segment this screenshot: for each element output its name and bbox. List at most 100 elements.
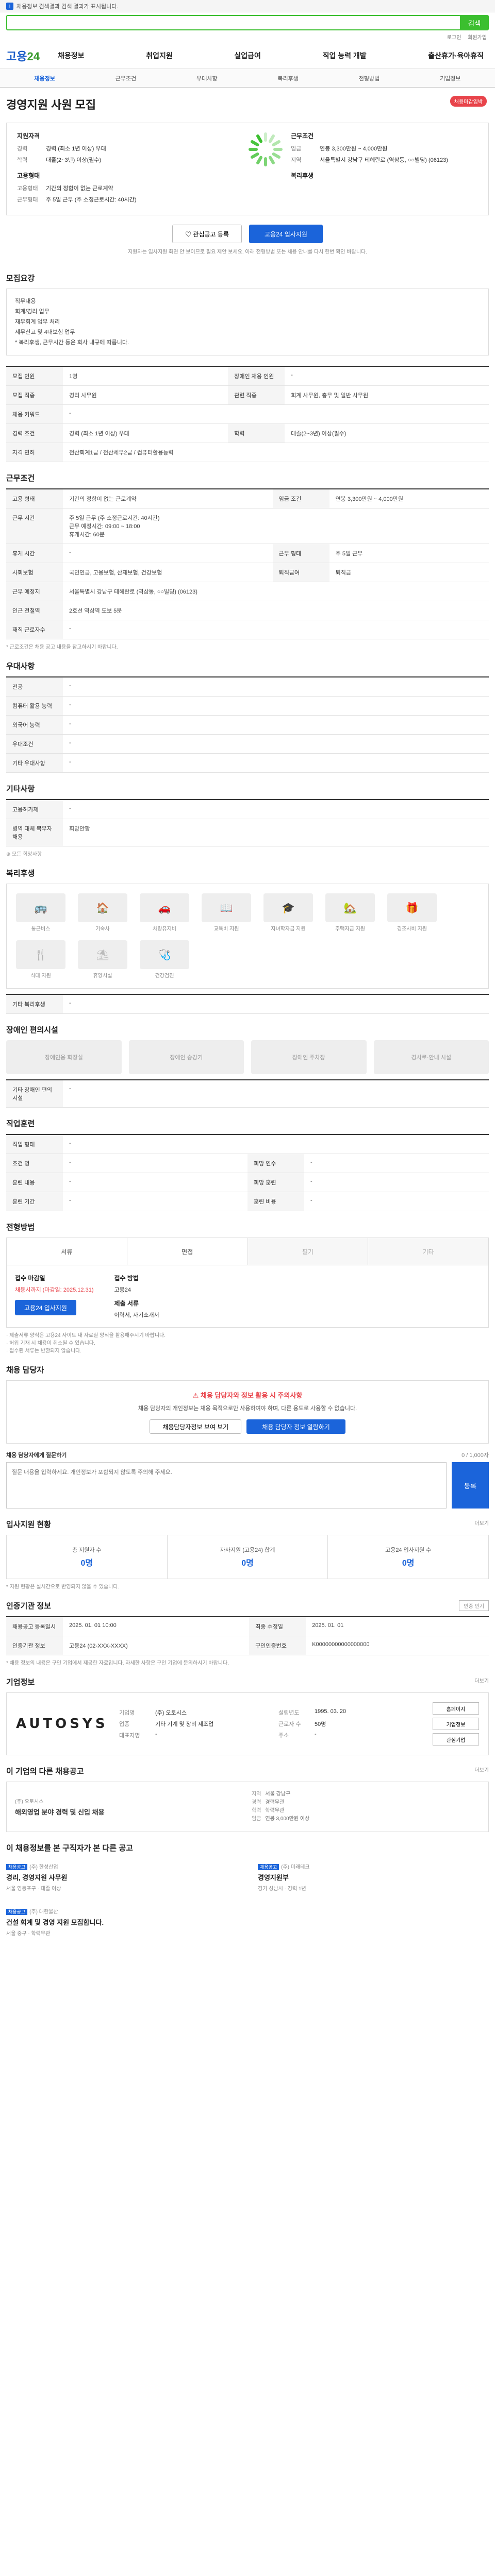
gnb-item-jobs[interactable]: 채용정보 bbox=[58, 50, 85, 61]
question-textarea[interactable] bbox=[6, 1462, 447, 1509]
table-header-cell: 근무 시간 bbox=[6, 508, 63, 544]
info-note: * 채용 정보의 내용은 구인 기업에서 제공한 자료입니다. 자세한 사항은 … bbox=[6, 1660, 229, 1666]
table-cell: - bbox=[63, 753, 489, 773]
login-link[interactable]: 로그인 bbox=[447, 35, 461, 41]
stats-more-link[interactable]: 더보기 bbox=[474, 1519, 489, 1527]
question-submit-button[interactable]: 등록 bbox=[452, 1462, 489, 1509]
table-header-cell: 자격 면허 bbox=[6, 443, 63, 462]
contact-view-button[interactable]: 채용 담당자 정보 열람하기 bbox=[246, 1419, 345, 1434]
table-header-cell: 채용 키워드 bbox=[6, 404, 63, 424]
recommend-item[interactable]: 채용공고 (주) 대한물산 건설 회계 및 경영 지원 모집합니다. 서울 중구 · … bbox=[6, 1903, 237, 1941]
apply-deadline: 접수 마감일 채용시까지 (마감일: 2025.12.31) 고용24 입사지원 bbox=[15, 1274, 94, 1319]
tab-process[interactable]: 전형방법 bbox=[328, 74, 409, 82]
table-cell: 2025. 01. 01 bbox=[306, 1617, 489, 1636]
summary-right-body: 근무조건 임금 연봉 3,300만원 ~ 4,000만원 지역 서울특별시 강남구 … bbox=[291, 131, 478, 207]
table-cell: 희망안함 bbox=[63, 819, 489, 846]
table-row: 인근 전철역 2호선 역삼역 도보 5분 bbox=[6, 601, 489, 620]
etc-sub[interactable]: ⊕ 모든 희망사항 bbox=[6, 846, 489, 857]
recommend-item[interactable]: 채용공고 (주) 미래테크 경영지원부 경기 성남시 · 경력 1년 bbox=[258, 1858, 489, 1896]
step-written: 필기 bbox=[248, 1238, 369, 1265]
table-cell: - bbox=[63, 696, 489, 716]
table-cell: - bbox=[304, 1154, 489, 1173]
tab-recruit[interactable]: 채용정보 bbox=[4, 74, 85, 82]
search-button[interactable]: 검색 bbox=[460, 15, 489, 30]
gnb-item-leave[interactable]: 출산휴가·육아휴직 bbox=[428, 50, 484, 61]
homepage-button[interactable]: 홈페이지 bbox=[433, 1702, 479, 1715]
process-apply-button[interactable]: 고용24 입사지원 bbox=[15, 1300, 76, 1315]
tab-work[interactable]: 근무조건 bbox=[85, 74, 166, 82]
search-input[interactable] bbox=[6, 15, 461, 30]
contact-preview-button[interactable]: 채용담당자정보 보여 보기 bbox=[150, 1419, 242, 1434]
gnb-item-support[interactable]: 취업지원 bbox=[146, 50, 173, 61]
tab-welfare[interactable]: 복리후생 bbox=[248, 74, 328, 82]
stat-goyong: 고용24 입사지원 수 0명 bbox=[328, 1535, 488, 1579]
corp-key: 기업명 bbox=[119, 1710, 135, 1716]
gnb-item-training[interactable]: 직업 능력 개발 bbox=[323, 50, 367, 61]
corp-value: - bbox=[155, 1731, 157, 1737]
table-cell: - bbox=[63, 620, 489, 639]
kv-key: 근무형태 bbox=[17, 197, 38, 203]
kv-key: 지역 bbox=[291, 157, 302, 163]
other-more-link[interactable]: 더보기 bbox=[474, 1766, 489, 1773]
corp-info-button[interactable]: 기업정보 bbox=[433, 1718, 479, 1730]
welfare-item: 🎓 자녀학자금 지원 bbox=[263, 893, 313, 932]
signup-link[interactable]: 회원가입 bbox=[468, 35, 487, 41]
stat-number: 0명 bbox=[402, 1559, 415, 1568]
process-note: · 허위 기재 시 채용이 취소될 수 있습니다. bbox=[6, 1341, 95, 1346]
table-header-cell: 모집 인원 bbox=[6, 366, 63, 386]
qa-warning-text: 채용 담당자와 정보 활용 시 주의사항 bbox=[200, 1392, 303, 1399]
print-button[interactable]: 인증 인기 bbox=[459, 1600, 489, 1611]
recommend-title: 건설 회계 및 경영 지원 모집합니다. bbox=[6, 1919, 104, 1926]
recommend-meta: 서울 영등포구 · 대졸 이상 bbox=[6, 1886, 61, 1892]
corp-value: 기타 기계 및 장비 제조업 bbox=[155, 1721, 214, 1727]
corp-box: AUTOSYS 기업명 (주) 오토시스 설립년도 1995. 03. 20 업종 기타 … bbox=[6, 1692, 489, 1755]
spinner-tick bbox=[268, 155, 276, 165]
welfare-label: 교육비 지원 bbox=[213, 926, 239, 932]
table-cell: - bbox=[63, 994, 489, 1014]
table-cell: 서울특별시 강남구 테헤란로 (역삼동, ○○빌딩) (06123) bbox=[63, 582, 489, 601]
deadline-badge: 채용마감임박 bbox=[450, 96, 487, 107]
other-meta-row: 학력 학력무관 bbox=[252, 1807, 480, 1815]
table-cell: 경리 사무원 bbox=[63, 385, 228, 405]
corp-actions: 홈페이지 기업정보 관심기업 bbox=[433, 1702, 479, 1745]
etc-title: 기타사항 bbox=[6, 785, 35, 793]
recommend-grid: 채용공고 (주) 한성산업 경리, 경영지원 사무원 서울 영등포구 · 대졸 이상채… bbox=[6, 1858, 489, 1941]
table-header-cell: 조건 명 bbox=[6, 1154, 63, 1173]
qa-warning: ⚠ 채용 담당자와 정보 활용 시 주의사항 bbox=[16, 1390, 479, 1400]
other-job-card[interactable]: (주) 오토시스 해외영업 분야 경력 및 신입 채용 지역 서울 강남구 경력 경력… bbox=[6, 1782, 489, 1832]
gnb-item-benefit[interactable]: 실업급여 bbox=[234, 50, 261, 61]
welfare-label: 식대 지원 bbox=[30, 973, 51, 979]
other-meta-value: 학력무관 bbox=[265, 1808, 285, 1814]
table-header-cell: 기타 복리후생 bbox=[6, 994, 63, 1014]
summary-left: 지원자격 경력 경력 (최소 1년 이상) 우대 학력 대졸(2~3년) 이상(필수… bbox=[17, 131, 248, 207]
table-header-cell: 전공 bbox=[6, 677, 63, 697]
fav-corp-button[interactable]: 관심기업 bbox=[433, 1733, 479, 1745]
apply-method-head: 접수 방법 bbox=[114, 1275, 139, 1282]
spinner-tick bbox=[249, 148, 258, 151]
table-row: 경력 조건 경력 (최소 1년 이상) 우대 학력 대졸(2~3년) 이상(필수) bbox=[6, 423, 489, 443]
table-cell: 고용24 (02-XXX-XXXX) bbox=[63, 1636, 250, 1655]
table-header-cell: 훈련 비용 bbox=[248, 1192, 304, 1211]
tab-pref[interactable]: 우대사항 bbox=[167, 74, 248, 82]
work-note: * 근로조건은 채용 공고 내용을 참고하시기 바랍니다. bbox=[6, 645, 118, 650]
table-header-cell: 구인인증번호 bbox=[249, 1636, 306, 1655]
spinner-tick bbox=[255, 155, 263, 165]
etc-table: 고용허가제 - 병역 대체 복무자 채용 희망안함 bbox=[6, 799, 489, 846]
other-section: 이 기업의 다른 채용공고 더보기 (주) 오토시스 해외영업 분야 경력 및 신… bbox=[0, 1755, 495, 1832]
save-job-button[interactable]: ♡ 관심공고 등록 bbox=[172, 225, 242, 243]
summary-emp-head: 고용형태 bbox=[17, 172, 40, 179]
site-logo[interactable]: 고용24 bbox=[6, 47, 58, 64]
recommend-company-name: (주) 한성산업 bbox=[29, 1865, 58, 1870]
disability-sub-table: 기타 장애인 편의시설 - bbox=[6, 1079, 489, 1108]
tab-corp[interactable]: 기업정보 bbox=[410, 74, 491, 82]
apply-deadline-value: 채용시까지 (마감일: 2025.12.31) bbox=[15, 1287, 94, 1293]
recommend-item[interactable]: 채용공고 (주) 한성산업 경리, 경영지원 사무원 서울 영등포구 · 대졸 이상 bbox=[6, 1858, 237, 1896]
table-cell: 전산회계1급 / 전산세무2급 / 컴퓨터활용능력 bbox=[63, 443, 489, 462]
corp-more-link[interactable]: 더보기 bbox=[474, 1676, 489, 1684]
table-header-cell: 병역 대체 복무자 채용 bbox=[6, 819, 63, 846]
apply-button[interactable]: 고용24 입사지원 bbox=[249, 225, 323, 243]
disability-card: 경사로·안내 시설 bbox=[373, 1040, 489, 1074]
recruit-section: 모집요강 직무내용 회계/경리 업무 재무회계 업무 처리 세무신고 및 4대보… bbox=[0, 262, 495, 355]
corp-key: 설립년도 bbox=[278, 1710, 300, 1716]
recruit-table: 모집 인원 1명 장애인 채용 인원 - 모집 직종 경리 사무원 관련 직종 회계 사무원,… bbox=[6, 366, 489, 462]
